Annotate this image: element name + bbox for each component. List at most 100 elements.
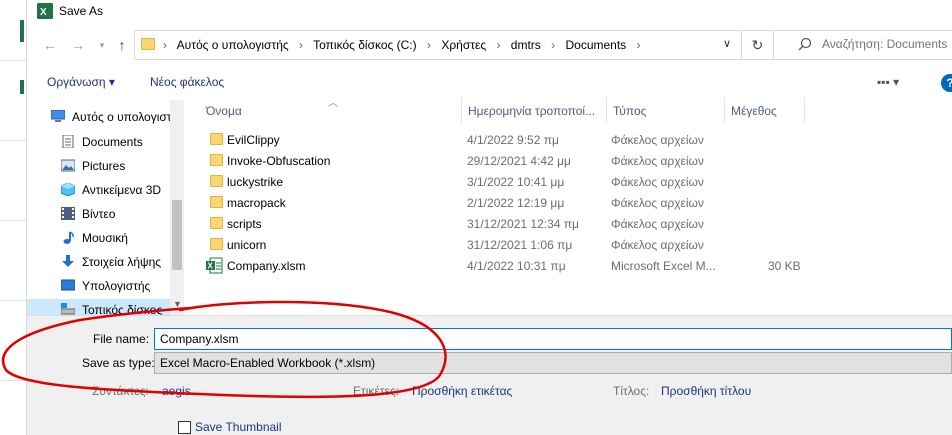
breadcrumb-item[interactable]: dmtrs xyxy=(511,38,541,52)
search-input[interactable] xyxy=(822,37,952,51)
up-arrow-icon[interactable]: ↑ xyxy=(113,36,131,54)
file-name: luckystrike xyxy=(227,175,284,189)
tags-label: Ετικέτες: xyxy=(353,384,399,398)
file-date: 31/12/2021 12:34 πμ xyxy=(467,217,579,231)
save-type-select[interactable]: Excel Macro-Enabled Workbook (*.xlsm) xyxy=(154,352,952,374)
file-name-field[interactable]: Company.xlsm xyxy=(154,328,952,350)
save-thumbnail-label[interactable]: Save Thumbnail xyxy=(195,420,282,434)
authors-value[interactable]: aegis xyxy=(162,384,191,398)
file-date: 4/1/2022 9:52 πμ xyxy=(467,133,559,147)
file-type: Microsoft Excel M... xyxy=(611,259,716,273)
folder-icon xyxy=(141,38,155,50)
file-name: scripts xyxy=(227,217,262,231)
folder-icon xyxy=(210,175,223,187)
sidebar-item-video[interactable]: Βίντεο xyxy=(27,203,170,225)
sidebar-item-desktop[interactable]: Υπολογιστής xyxy=(27,275,170,297)
file-row[interactable]: macropack 2/1/2022 12:19 μμ Φάκελος αρχε… xyxy=(200,192,952,213)
excel-background-strip xyxy=(0,0,27,435)
file-name: macropack xyxy=(227,196,286,210)
tags-value[interactable]: Προσθήκη ετικέτας xyxy=(412,384,512,398)
computer-icon xyxy=(51,110,65,122)
sidebar-item-music[interactable]: Μουσική xyxy=(27,227,170,249)
forward-arrow-icon[interactable]: → xyxy=(69,36,87,54)
folder-icon xyxy=(210,217,223,229)
address-dropdown-icon[interactable]: ∨ xyxy=(723,37,731,50)
file-type: Φάκελος αρχείων xyxy=(611,238,704,252)
folder-icon xyxy=(210,196,223,208)
sidebar-item-this-pc[interactable]: Αυτός ο υπολογιστής xyxy=(27,106,170,128)
file-row[interactable]: unicorn 31/12/2021 1:06 πμ Φάκελος αρχεί… xyxy=(200,234,952,255)
back-arrow-icon[interactable]: ← xyxy=(41,36,59,54)
save-thumbnail-checkbox[interactable] xyxy=(178,421,191,434)
file-name: Company.xlsm xyxy=(227,259,306,273)
breadcrumb-item[interactable]: Χρήστες xyxy=(441,38,486,52)
breadcrumb-item[interactable]: Documents xyxy=(565,38,626,52)
sidebar-item-downloads[interactable]: Στοιχεία λήψης xyxy=(27,251,170,273)
help-icon[interactable]: ? xyxy=(941,74,952,92)
command-bar: Οργάνωση ▾ Νέος φάκελος ▪▪▪ ▾ ? xyxy=(27,67,952,97)
title-value[interactable]: Προσθήκη τίτλου xyxy=(661,384,751,398)
breadcrumb-item[interactable]: Τοπικός δίσκος (C:) xyxy=(313,38,417,52)
column-header-type[interactable]: Τύπος xyxy=(607,97,725,123)
file-row[interactable]: scripts 31/12/2021 12:34 πμ Φάκελος αρχε… xyxy=(200,213,952,234)
file-row[interactable]: luckystrike 3/1/2022 10:41 μμ Φάκελος αρ… xyxy=(200,171,952,192)
file-list: Όνομα ︿ Ημερομηνία τροποποί... Τύπος Μέγ… xyxy=(200,97,952,315)
refresh-icon[interactable]: ↻ xyxy=(741,31,773,59)
scroll-down-icon[interactable]: ▼ xyxy=(173,299,182,309)
new-folder-button[interactable]: Νέος φάκελος xyxy=(150,75,224,89)
sidebar-item-local-disk[interactable]: Τοπικός δίσκος xyxy=(27,299,170,315)
sidebar-item-label: Μουσική xyxy=(82,231,128,245)
scrollbar-thumb[interactable] xyxy=(172,200,182,270)
file-name-label: File name: xyxy=(93,332,150,346)
sidebar-scrollbar[interactable]: ▼ xyxy=(170,100,184,315)
file-row[interactable]: EvilClippy 4/1/2022 9:52 πμ Φάκελος αρχε… xyxy=(200,129,952,150)
file-date: 2/1/2022 12:19 μμ xyxy=(467,196,565,210)
dialog-title: Save As xyxy=(59,4,104,18)
sidebar-item-label: Βίντεο xyxy=(82,207,116,221)
sidebar-item-label: Documents xyxy=(82,135,143,149)
excel-icon: X xyxy=(37,3,53,19)
file-name: unicorn xyxy=(227,238,267,252)
save-type-label: Save as type: xyxy=(82,356,155,370)
sidebar-item-pictures[interactable]: Pictures xyxy=(27,155,170,177)
file-type: Φάκελος αρχείων xyxy=(611,217,704,231)
file-type: Φάκελος αρχείων xyxy=(611,175,704,189)
navigation-bar: ← → ▾ ↑ › Αυτός ο υπολογιστής › Τοπικός … xyxy=(27,30,952,60)
search-box[interactable] xyxy=(774,30,952,60)
save-form: File name: Company.xlsm Save as type: Ex… xyxy=(27,315,952,435)
address-bar[interactable]: › Αυτός ο υπολογιστής › Τοπικός δίσκος (… xyxy=(134,30,774,60)
file-date: 29/12/2021 4:42 μμ xyxy=(467,154,571,168)
sidebar-item-label: Τοπικός δίσκος xyxy=(82,303,163,315)
sidebar-item-label: Υπολογιστής xyxy=(82,279,151,293)
folder-icon xyxy=(210,154,223,166)
objects-3d-icon xyxy=(61,183,75,196)
music-icon xyxy=(63,231,74,244)
svg-text:X: X xyxy=(208,262,214,271)
breadcrumb-item[interactable]: Αυτός ο υπολογιστής xyxy=(177,38,289,52)
organize-button[interactable]: Οργάνωση ▾ xyxy=(47,75,115,89)
sidebar-item-3d-objects[interactable]: Αντικείμενα 3D xyxy=(27,179,170,201)
dialog-titlebar: X Save As xyxy=(27,0,952,26)
title-label: Τίτλος: xyxy=(613,384,650,398)
file-type: Φάκελος αρχείων xyxy=(611,196,704,210)
column-header-name[interactable]: Όνομα ︿ xyxy=(200,97,462,123)
column-header-size[interactable]: Μέγεθος xyxy=(725,97,805,123)
column-header-date[interactable]: Ημερομηνία τροποποί... xyxy=(462,97,607,123)
sidebar-item-label: Αυτός ο υπολογιστής xyxy=(72,110,170,124)
breadcrumb: › Αυτός ο υπολογιστής › Τοπικός δίσκος (… xyxy=(163,38,641,52)
search-icon xyxy=(798,37,812,51)
file-row[interactable]: X Company.xlsm 4/1/2022 10:31 πμ Microso… xyxy=(200,255,952,276)
desktop-icon xyxy=(61,279,75,291)
file-row[interactable]: Invoke-Obfuscation 29/12/2021 4:42 μμ Φά… xyxy=(200,150,952,171)
sidebar-item-label: Στοιχεία λήψης xyxy=(82,255,162,269)
view-options-button[interactable]: ▪▪▪ ▾ xyxy=(877,75,899,89)
file-type: Φάκελος αρχείων xyxy=(611,154,704,168)
file-date: 3/1/2022 10:41 μμ xyxy=(467,175,565,189)
excel-file-icon: X xyxy=(206,257,223,274)
recent-locations-chevron-icon[interactable]: ▾ xyxy=(93,36,111,54)
sidebar-item-documents[interactable]: Documents xyxy=(27,131,170,153)
video-icon xyxy=(61,207,75,220)
file-type: Φάκελος αρχείων xyxy=(611,133,704,147)
file-size: 30 KB xyxy=(768,259,801,273)
drive-icon xyxy=(61,303,75,315)
